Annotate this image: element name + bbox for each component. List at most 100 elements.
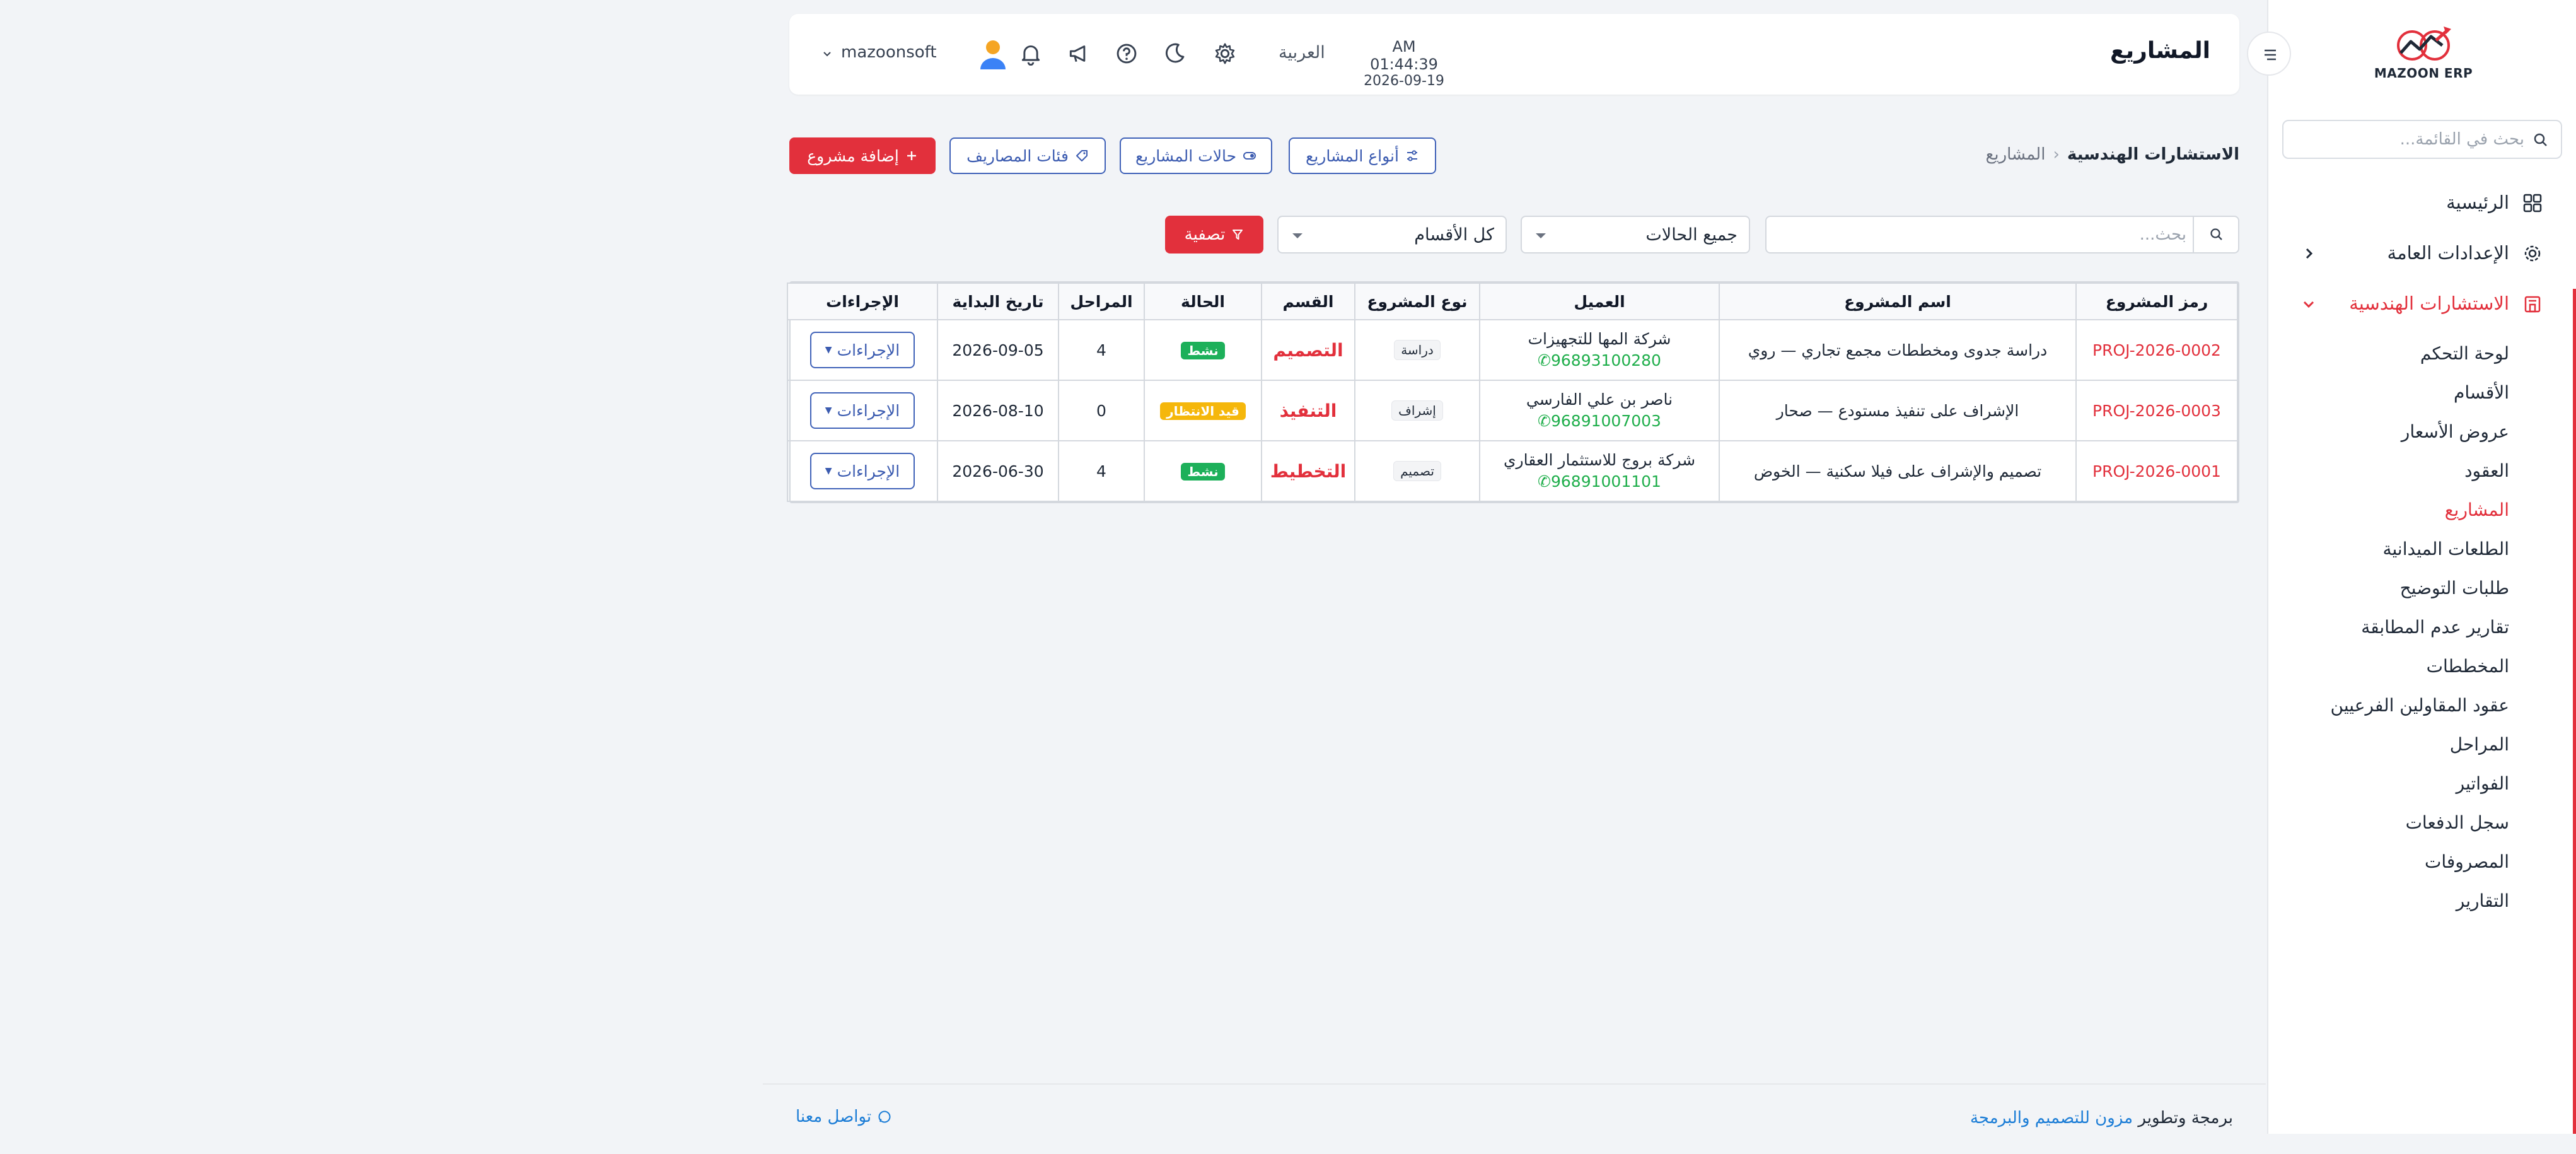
expense-categories-button[interactable]: فئات المصاريف: [949, 137, 1106, 174]
active-indicator: [2573, 289, 2576, 1134]
project-statuses-button[interactable]: حالات المشاريع: [1120, 137, 1272, 174]
client-name: ناصر بن علي الفارسي: [1526, 390, 1673, 409]
column-header[interactable]: رمز المشروع: [2075, 283, 2238, 320]
sidebar-subitem-subcontracts[interactable]: عقود المقاولين الفرعيين: [2244, 687, 2509, 725]
sidebar-subitem-site-visits[interactable]: الطلعات الميدانية: [2244, 531, 2509, 569]
language-switch[interactable]: العربية: [1279, 43, 1325, 62]
project-code-link[interactable]: PROJ-2026-0002: [2092, 341, 2221, 359]
gear-icon: [1215, 43, 1235, 64]
project-type-badge: إشراف: [1391, 400, 1443, 421]
header-clock: AM 01:44:39 2026-09-19: [1357, 38, 1451, 90]
column-header[interactable]: العميل: [1479, 283, 1720, 320]
start-date: 2026-09-05: [937, 319, 1059, 381]
breadcrumb: الاستشارات الهندسية ‹ المشاريع: [1986, 145, 2240, 164]
search-button[interactable]: [2193, 217, 2238, 252]
client-whatsapp-link[interactable]: ✆96893100280: [1481, 350, 1718, 371]
toggle-icon: [1243, 152, 1256, 160]
brand-logo[interactable]: MAZOON ERP: [2373, 23, 2474, 92]
department: التنفيذ: [1279, 400, 1337, 421]
button-label: فئات المصاريف: [966, 146, 1069, 165]
sidebar-subitem-quotations[interactable]: عروض الأسعار: [2244, 414, 2509, 452]
sidebar-subitem-payments[interactable]: سجل الدفعات: [2244, 805, 2509, 842]
client-name: شركة المها للتجهيزات: [1528, 330, 1671, 348]
sidebar-subitem-invoices[interactable]: الفواتير: [2244, 766, 2509, 803]
actions-dropdown-button[interactable]: الإجراءات ▼: [809, 332, 915, 368]
stages-count: 0: [1058, 380, 1145, 441]
clock-date: 2026-09-19: [1364, 73, 1444, 89]
column-header[interactable]: المراحل: [1058, 283, 1145, 320]
button-label: إضافة مشروع: [807, 146, 899, 165]
search-input[interactable]: [1796, 217, 2186, 252]
department-select[interactable]: كل الأقسام: [1277, 216, 1507, 254]
client-whatsapp-link[interactable]: ✆96891001101: [1481, 471, 1718, 492]
sidebar-subitem-ncr[interactable]: تقارير عدم المطابقة: [2244, 609, 2509, 647]
table-header-row: رمز المشروع اسم المشروع العميل نوع المشر…: [787, 283, 2238, 320]
announcements-button[interactable]: [1064, 39, 1093, 68]
bell-icon: [1021, 45, 1040, 66]
add-project-button[interactable]: إضافة مشروع: [789, 137, 936, 174]
status-select[interactable]: جميع الحالات: [1521, 216, 1750, 254]
sidebar-subitem-departments[interactable]: الأقسام: [2244, 375, 2509, 412]
filter-button[interactable]: تصفية: [1165, 216, 1263, 254]
button-label: أنواع المشاريع: [1306, 146, 1399, 165]
building-icon: [2523, 294, 2542, 313]
breadcrumb-separator: ‹: [2053, 145, 2060, 164]
project-name: تصميم والإشراف على فيلا سكنية — الخوض: [1753, 462, 2042, 481]
caret-down-icon: [1535, 232, 1547, 240]
button-label: الإجراءات: [837, 401, 900, 420]
department: التصميم: [1273, 339, 1343, 361]
sidebar-subitem-stages[interactable]: المراحل: [2244, 726, 2509, 764]
sidebar-subitem-reports[interactable]: التقارير: [2244, 883, 2509, 921]
user-menu[interactable]: mazoonsoft: [822, 35, 1011, 73]
project-code-link[interactable]: PROJ-2026-0003: [2092, 402, 2221, 420]
sidebar-search-input[interactable]: [2310, 121, 2524, 158]
button-label: حالات المشاريع: [1135, 146, 1237, 165]
whatsapp-icon: ✆: [1538, 351, 1551, 370]
sidebar-item-label: الاستشارات الهندسية: [2349, 293, 2509, 314]
status-badge: قيد الانتظار: [1160, 402, 1246, 420]
tag-icon: [1076, 150, 1088, 161]
button-label: تصفية: [1184, 225, 1226, 244]
menu-toggle-button[interactable]: [2247, 32, 2291, 76]
company-link[interactable]: مزون للتصميم والبرمجة: [1970, 1109, 2133, 1128]
settings-button[interactable]: [1210, 39, 1239, 68]
chevron-down-icon: [2301, 296, 2316, 312]
breadcrumb-link[interactable]: المشاريع: [1986, 145, 2046, 164]
contact-us-link[interactable]: تواصل معنا: [796, 1107, 891, 1126]
column-header[interactable]: الحالة: [1144, 283, 1262, 320]
hamburger-icon: [2265, 49, 2276, 61]
footer-credit: برمجة وتطوير مزون للتصميم والبرمجة: [1970, 1109, 2233, 1128]
caret-down-icon: ▼: [825, 405, 832, 416]
stages-count: 4: [1058, 319, 1145, 381]
sidebar-search[interactable]: [2282, 120, 2562, 159]
sidebar-item-engineering-consultancy[interactable]: الاستشارات الهندسية: [2267, 284, 2576, 324]
sidebar-subitem-contracts[interactable]: العقود: [2244, 453, 2509, 491]
project-code-link[interactable]: PROJ-2026-0001: [2092, 462, 2221, 481]
help-button[interactable]: [1112, 39, 1141, 68]
column-header[interactable]: تاريخ البداية: [937, 283, 1059, 320]
column-header[interactable]: اسم المشروع: [1719, 283, 2077, 320]
project-search[interactable]: [1765, 216, 2239, 254]
button-label: الإجراءات: [837, 462, 900, 481]
sidebar-subitem-drawings[interactable]: المخططات: [2244, 648, 2509, 686]
whatsapp-icon: ✆: [1538, 412, 1551, 430]
caret-down-icon: [1291, 232, 1304, 240]
notifications-button[interactable]: [1016, 39, 1045, 68]
column-header[interactable]: نوع المشروع: [1354, 283, 1480, 320]
column-header: الإجراءات: [787, 283, 938, 320]
sidebar-item-home[interactable]: الرئيسية: [2267, 183, 2576, 223]
sidebar-item-general-settings[interactable]: الإعدادات العامة: [2267, 233, 2576, 274]
client-name: شركة بروج للاستثمار العقاري: [1503, 451, 1696, 469]
sidebar-subitem-projects[interactable]: المشاريع: [2244, 492, 2509, 530]
status-badge: نشط: [1181, 342, 1225, 359]
dark-mode-toggle[interactable]: [1160, 39, 1189, 68]
actions-dropdown-button[interactable]: الإجراءات ▼: [809, 453, 915, 489]
actions-dropdown-button[interactable]: الإجراءات ▼: [809, 392, 915, 429]
column-header[interactable]: القسم: [1261, 283, 1355, 320]
sidebar-subitem-expenses[interactable]: المصروفات: [2244, 844, 2509, 882]
project-types-button[interactable]: أنواع المشاريع: [1289, 137, 1436, 174]
client-whatsapp-link[interactable]: ✆96891007003: [1481, 411, 1718, 432]
sidebar-subitem-rfis[interactable]: طلبات التوضيح: [2244, 570, 2509, 608]
megaphone-icon: [1069, 45, 1086, 62]
sidebar-subitem-dashboard[interactable]: لوحة التحكم: [2244, 335, 2509, 373]
